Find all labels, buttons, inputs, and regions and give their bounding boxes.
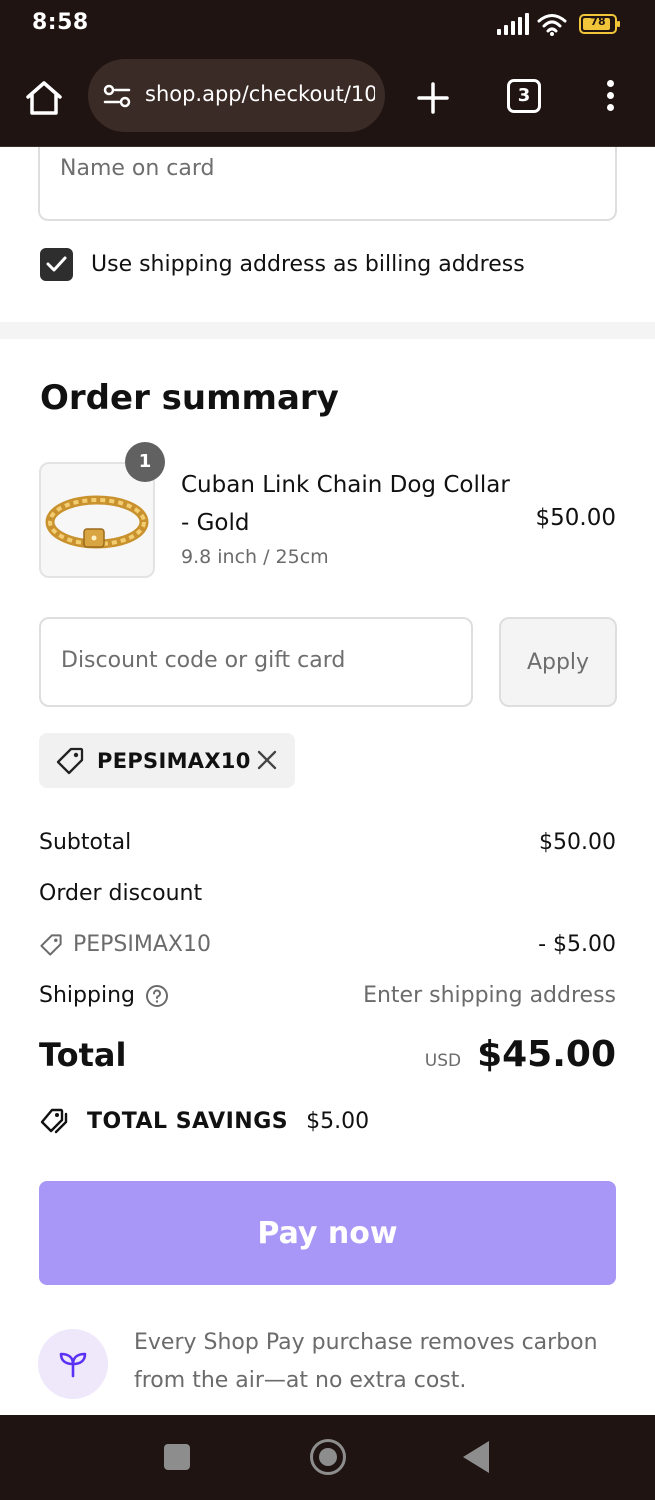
total-savings-label: TOTAL SAVINGS	[87, 1108, 289, 1134]
back-icon[interactable]	[463, 1441, 489, 1473]
shipping-label: Shipping	[39, 983, 135, 1008]
discount-code-row: PEPSIMAX10	[39, 932, 211, 957]
tag-icon	[40, 933, 62, 956]
help-icon[interactable]	[145, 984, 169, 1008]
subtotal-value: $50.00	[539, 830, 616, 855]
pay-now-button[interactable]: Pay now	[39, 1181, 616, 1285]
system-nav-bar	[0, 1415, 655, 1500]
total-amount: $45.00	[477, 1034, 616, 1075]
remove-discount-icon[interactable]	[255, 748, 279, 772]
product-variant: 9.8 inch / 25cm	[181, 546, 329, 568]
billing-same-checkbox[interactable]	[40, 248, 73, 281]
signal-icon	[497, 13, 529, 35]
gold-chain-collar-image	[45, 495, 149, 549]
discount-code-text: PEPSIMAX10	[73, 932, 211, 957]
address-bar[interactable]: shop.app/checkout/10	[88, 59, 385, 132]
order-discount-label: Order discount	[39, 881, 203, 906]
status-time: 8:58	[32, 10, 89, 35]
name-on-card-input[interactable]	[60, 156, 580, 181]
tabs-icon[interactable]: 3	[507, 79, 541, 113]
total-savings-row: TOTAL SAVINGS $5.00	[39, 1105, 369, 1137]
browser-toolbar: shop.app/checkout/10 3	[0, 50, 655, 147]
more-menu-icon[interactable]	[603, 80, 617, 116]
product-price: $50.00	[535, 505, 616, 531]
order-summary-title: Order summary	[40, 378, 339, 418]
home-button-icon[interactable]	[310, 1439, 346, 1475]
sprout-icon	[38, 1329, 108, 1399]
shipping-value: Enter shipping address	[363, 983, 616, 1008]
applied-discount-code: PEPSIMAX10	[97, 748, 251, 773]
discount-field[interactable]	[39, 617, 473, 707]
discount-value: - $5.00	[538, 932, 616, 957]
wifi-icon	[537, 14, 567, 36]
new-tab-icon[interactable]	[413, 78, 453, 118]
billing-same-row[interactable]: Use shipping address as billing address	[40, 248, 525, 281]
checkmark-icon	[46, 256, 67, 272]
tag-icon	[56, 747, 84, 774]
battery-icon: 78	[579, 14, 620, 34]
discount-code-input[interactable]	[61, 648, 451, 673]
total-label: Total	[39, 1036, 127, 1074]
applied-discount-chip: PEPSIMAX10	[39, 733, 295, 788]
carbon-removal-note: Every Shop Pay purchase removes carbon f…	[134, 1330, 598, 1393]
quantity-badge: 1	[125, 442, 165, 482]
total-value-group: USD $45.00	[425, 1034, 616, 1075]
site-settings-icon[interactable]	[102, 82, 132, 110]
total-savings-value: $5.00	[306, 1108, 370, 1134]
product-name: Cuban Link Chain Dog Collar - Gold	[181, 472, 510, 536]
billing-same-label: Use shipping address as billing address	[91, 252, 525, 277]
apply-discount-button[interactable]: Apply	[499, 617, 617, 707]
url-text: shop.app/checkout/10	[145, 82, 375, 106]
currency-code: USD	[424, 1051, 462, 1071]
home-icon[interactable]	[22, 76, 66, 120]
section-divider	[0, 322, 655, 339]
savings-tag-icon	[40, 1108, 68, 1134]
shipping-row: Shipping	[39, 983, 169, 1008]
status-icons: 78	[497, 12, 620, 36]
battery-level: 78	[590, 15, 606, 28]
subtotal-label: Subtotal	[39, 830, 132, 855]
status-bar: 8:58 78	[0, 0, 655, 50]
recent-apps-icon[interactable]	[164, 1444, 190, 1470]
